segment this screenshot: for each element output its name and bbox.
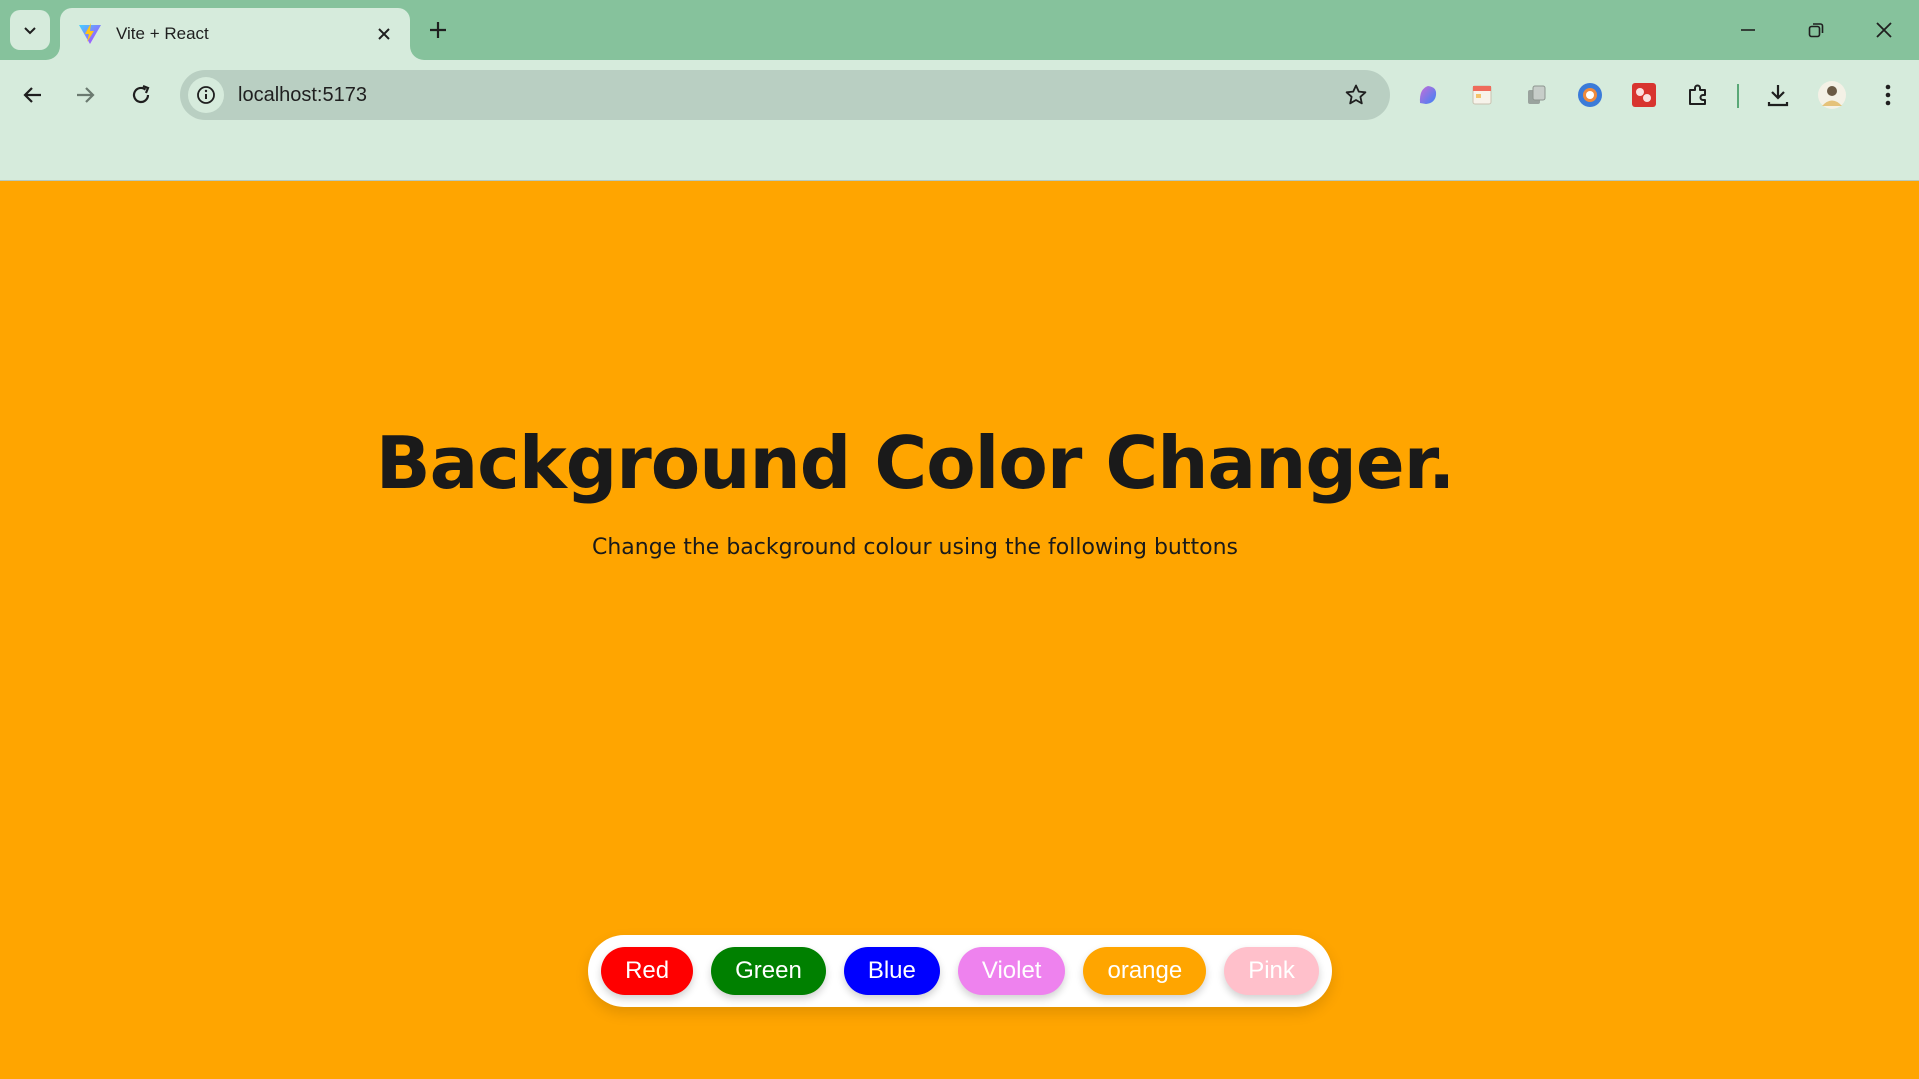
calendar-ext-icon (1472, 85, 1492, 105)
tab-search-button[interactable] (10, 10, 50, 50)
extensions-puzzle-icon (1689, 84, 1706, 105)
copy-ext-icon (1528, 85, 1546, 104)
download-icon (1767, 85, 1789, 107)
red-extension[interactable] (1625, 76, 1663, 114)
address-bar[interactable]: localhost:5173 (180, 70, 1390, 120)
close-icon (1876, 22, 1892, 38)
puzzle-ext-red-icon (1632, 83, 1656, 107)
copilot-extension[interactable] (1409, 76, 1447, 114)
close-window-button[interactable] (1850, 0, 1918, 60)
close-icon (378, 28, 390, 40)
page-body: Background Color Changer. Change the bac… (0, 181, 1919, 1079)
restore-icon (1808, 23, 1824, 38)
bookmark-button[interactable] (1336, 75, 1376, 115)
plus-icon (430, 22, 446, 38)
browser-menu-button[interactable] (1869, 76, 1907, 114)
forward-button[interactable] (64, 74, 106, 116)
profile-avatar (1818, 81, 1846, 109)
violet-button[interactable]: Violet (957, 947, 1066, 995)
copilot-icon (1419, 86, 1437, 104)
reload-button[interactable] (120, 74, 162, 116)
chrome-extension[interactable] (1571, 76, 1609, 114)
chrome-ext-icon (1578, 83, 1602, 107)
arrow-right-icon (77, 87, 95, 103)
page-subtitle: Change the background colour using the f… (592, 535, 1238, 560)
blue-button[interactable]: Blue (843, 947, 940, 995)
calendar-extension[interactable] (1463, 76, 1501, 114)
site-info-button[interactable] (188, 77, 224, 113)
toolbar-divider (1737, 84, 1739, 108)
downloads-button[interactable] (1759, 76, 1797, 114)
star-icon (1345, 84, 1367, 105)
tab-strip: Vite + React (0, 0, 1919, 60)
extensions-button[interactable] (1679, 76, 1717, 114)
copy-extension[interactable] (1517, 76, 1555, 114)
new-tab-button[interactable] (420, 12, 456, 48)
url-text[interactable]: localhost:5173 (238, 84, 1336, 107)
red-button[interactable]: Red (601, 947, 694, 995)
tab-title: Vite + React (116, 24, 209, 43)
reload-icon (132, 84, 150, 104)
pink-button[interactable]: Pink (1224, 947, 1319, 995)
menu-dots-icon (1885, 84, 1891, 106)
profile-button[interactable] (1813, 76, 1851, 114)
minimize-icon (1741, 29, 1755, 31)
green-button[interactable]: Green (711, 947, 826, 995)
arrow-left-icon (23, 87, 41, 103)
back-button[interactable] (12, 74, 54, 116)
restore-button[interactable] (1782, 0, 1850, 60)
color-button-bar: Red Green Blue Violet orange Pink (588, 935, 1332, 1007)
info-icon (197, 86, 215, 104)
tab-close-button[interactable] (370, 20, 398, 48)
minimize-button[interactable] (1714, 0, 1782, 60)
vite-logo-icon (79, 23, 101, 44)
browser-toolbar: localhost:5173 (0, 60, 1919, 181)
page-title: Background Color Changer. (375, 421, 1456, 505)
chevron-down-icon (24, 27, 36, 35)
browser-tab[interactable]: Vite + React (60, 8, 410, 60)
orange-button[interactable]: orange (1083, 947, 1207, 995)
